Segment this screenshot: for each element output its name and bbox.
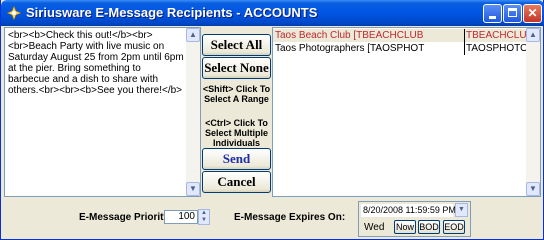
expires-day-of-week: Wed — [364, 222, 385, 233]
expires-label: E-Message Expires On: — [234, 212, 346, 223]
select-none-button[interactable]: Select None — [202, 57, 271, 79]
shift-click-hint: <Shift> Click To Select A Range — [202, 84, 271, 104]
list-item[interactable]: Taos Photographers [TAOSPHOT TAOSPHOTO — [273, 42, 527, 55]
options-bar: E-Message Priority: 100 ▲ ▼ E-Message Ex… — [1, 199, 544, 239]
app-icon — [7, 6, 21, 20]
expires-datetime-input[interactable]: 8/20/2008 11:59:59 PM — [361, 204, 456, 217]
select-all-button[interactable]: Select All — [202, 34, 271, 56]
recipient-name: Taos Photographers [TAOSPHOT — [275, 43, 425, 54]
dropdown-arrow-icon[interactable]: ▼ — [455, 203, 468, 217]
minimize-icon — [489, 16, 496, 19]
now-button[interactable]: Now — [394, 220, 416, 234]
window-title: Siriusware E-Message Recipients - ACCOUN… — [26, 5, 318, 20]
recipient-list-scrollbar[interactable]: ▲ ▼ — [526, 28, 540, 196]
list-item[interactable]: Taos Beach Club [TBEACHCLUB TBEACHCLUB — [273, 29, 527, 42]
minimize-button[interactable] — [483, 4, 502, 23]
eod-button[interactable]: EOD — [443, 220, 465, 234]
recipient-code: TBEACHCLUB — [466, 30, 526, 41]
bod-button[interactable]: BOD — [418, 220, 440, 234]
recipient-name: Taos Beach Club [TBEACHCLUB — [275, 30, 424, 41]
spin-down-icon[interactable]: ▼ — [199, 217, 209, 224]
column-separator — [464, 29, 465, 42]
message-text: <br><b>Check this out!</b><br><br>Beach … — [8, 30, 184, 96]
send-button[interactable]: Send — [202, 148, 271, 170]
maximize-button[interactable] — [503, 4, 522, 23]
ctrl-click-hint: <Ctrl> Click To Select Multiple Individu… — [204, 118, 268, 148]
priority-label: E-Message Priority: — [79, 212, 173, 223]
close-button[interactable]: ✕ — [523, 4, 542, 23]
recipient-list[interactable]: Taos Beach Club [TBEACHCLUB TBEACHCLUB T… — [272, 27, 541, 197]
scroll-up-icon[interactable]: ▲ — [186, 28, 200, 42]
e-message-recipients-window: Siriusware E-Message Recipients - ACCOUN… — [0, 0, 544, 240]
message-scrollbar[interactable]: ▲ ▼ — [186, 28, 200, 196]
scroll-down-icon[interactable]: ▼ — [186, 182, 200, 196]
scroll-up-icon[interactable]: ▲ — [526, 28, 540, 42]
message-textarea[interactable]: <br><b>Check this out!</b><br><br>Beach … — [4, 27, 201, 197]
expires-datetime-picker: 8/20/2008 11:59:59 PM ▼ Wed Now BOD EOD — [358, 201, 471, 237]
column-separator — [464, 42, 465, 55]
priority-input[interactable]: 100 — [164, 210, 198, 224]
spin-up-icon[interactable]: ▲ — [199, 210, 209, 217]
close-icon: ✕ — [527, 6, 538, 20]
scroll-down-icon[interactable]: ▼ — [526, 182, 540, 196]
title-bar[interactable]: Siriusware E-Message Recipients - ACCOUN… — [1, 0, 544, 26]
recipient-code: TAOSPHOTO — [466, 43, 526, 54]
action-button-column: Select All Select None <Shift> Click To … — [202, 27, 272, 197]
priority-stepper[interactable]: ▲ ▼ — [198, 209, 210, 225]
maximize-icon — [508, 8, 517, 17]
cancel-button[interactable]: Cancel — [202, 171, 271, 193]
